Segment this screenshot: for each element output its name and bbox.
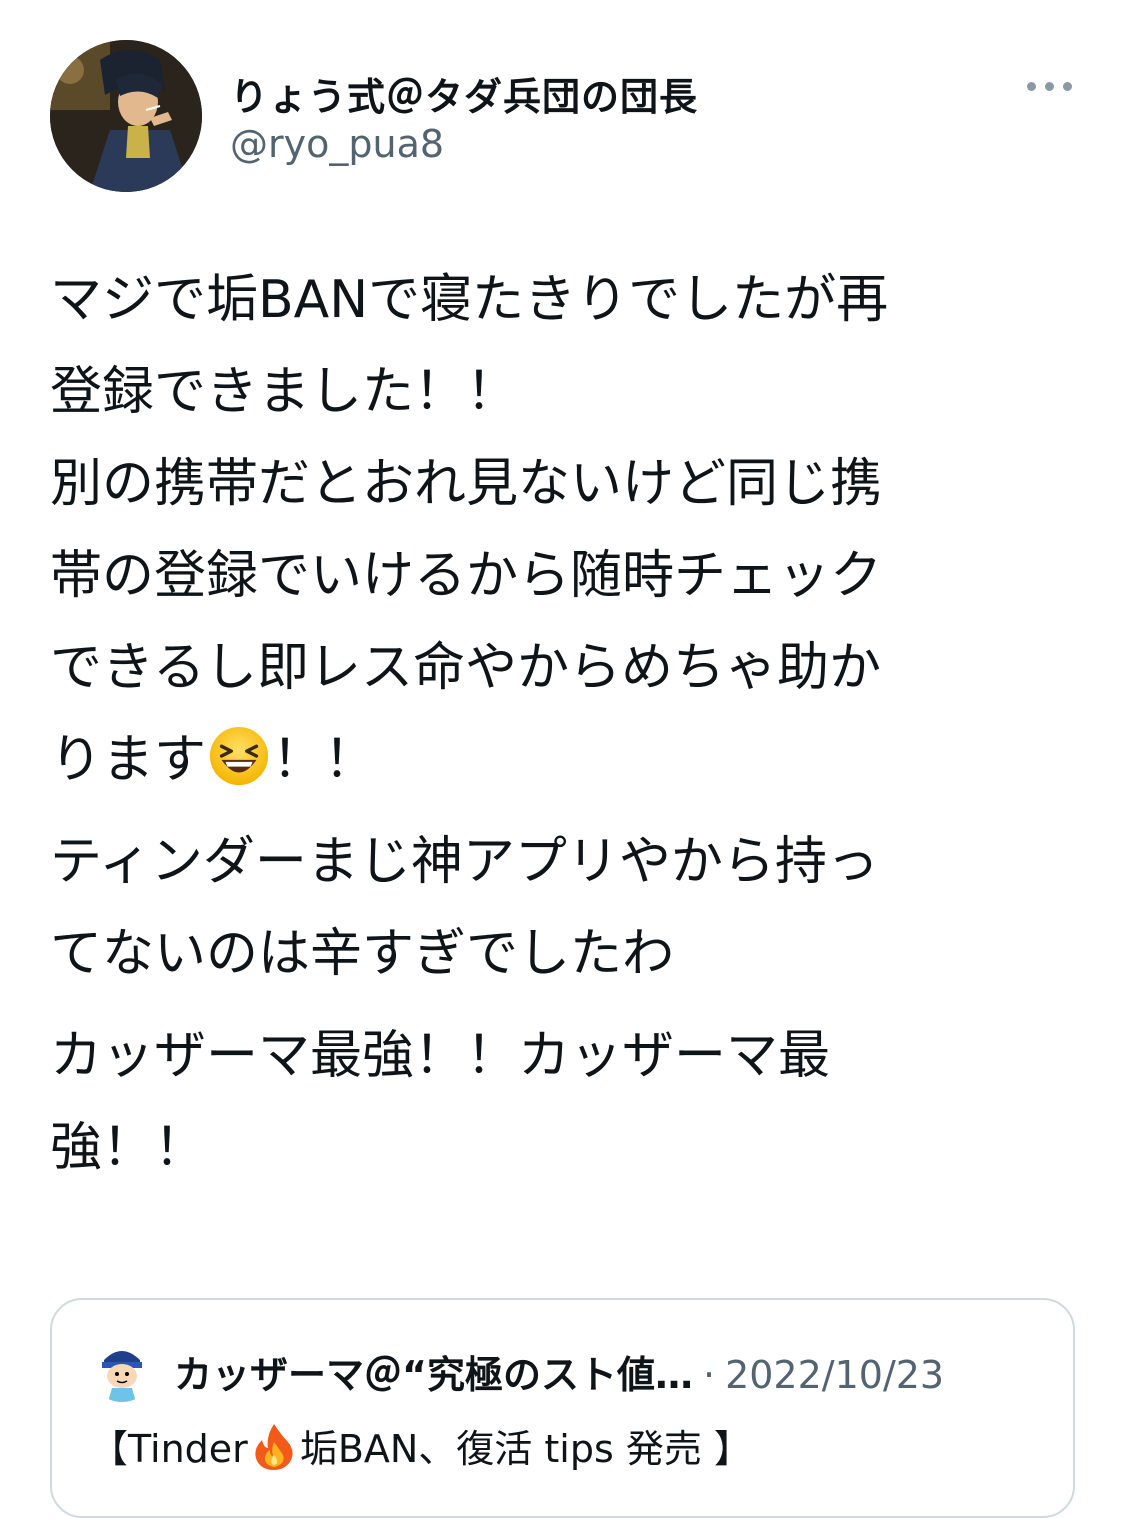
quoted-separator: · bbox=[702, 1353, 716, 1397]
quoted-text: 【Tinder 垢BAN、復活 tips 発売 】 bbox=[90, 1418, 752, 1473]
more-dots-icon[interactable] bbox=[1025, 70, 1075, 100]
author-handle[interactable]: @ryo_pua8 bbox=[230, 122, 444, 166]
tweet-paragraph-2: ティンダーまじ神アプリやから持っ てないのは辛すぎでしたわ bbox=[50, 832, 879, 984]
cartoon-boy-avatar-icon bbox=[90, 1338, 154, 1402]
tweet-paragraph-1: マジで垢BANで寝たきりでしたが再 登録できました！！ 別の携帯だとおれ見ないけ… bbox=[50, 254, 1075, 806]
quoted-author-avatar[interactable] bbox=[90, 1338, 154, 1402]
tweet-paragraph-1-text: マジで垢BANで寝たきりでしたが再 登録できました！！ 別の携帯だとおれ見ないけ… bbox=[50, 270, 889, 790]
author-display-name[interactable]: りょう式＠タダ兵団の団長 bbox=[230, 66, 698, 121]
quoted-date[interactable]: 2022/10/23 bbox=[725, 1353, 944, 1397]
author-avatar[interactable] bbox=[50, 40, 202, 192]
quoted-author-name[interactable]: カッザーマ＠“究極のスト値… bbox=[174, 1353, 693, 1397]
tweet-paragraph-3: カッザーマ最強！！カッザーマ最 強！！ bbox=[50, 1026, 831, 1178]
quoted-tweet-card[interactable]: カッザーマ＠“究極のスト値… · 2022/10/23 【Tinder 垢BAN、復… bbox=[50, 1298, 1075, 1518]
anime-character-avatar-icon bbox=[50, 40, 202, 192]
tweet-text: マジで垢BANで寝たきりでしたが再 登録できました！！ 別の携帯だとおれ見ないけ… bbox=[50, 254, 1075, 1194]
tweet-paragraph-1-suffix: ！！ bbox=[272, 730, 377, 790]
quoted-author-line: カッザーマ＠“究極のスト値… · 2022/10/23 bbox=[174, 1344, 944, 1399]
quoted-text-after: 垢BAN、復活 tips 発売 】 bbox=[299, 1427, 752, 1471]
laughing-face-emoji-icon bbox=[209, 726, 269, 786]
quoted-text-before: 【Tinder bbox=[90, 1427, 248, 1471]
fire-emoji-icon bbox=[255, 1424, 293, 1470]
tweet-header: りょう式＠タダ兵団の団長 @ryo_pua8 bbox=[50, 40, 1075, 192]
